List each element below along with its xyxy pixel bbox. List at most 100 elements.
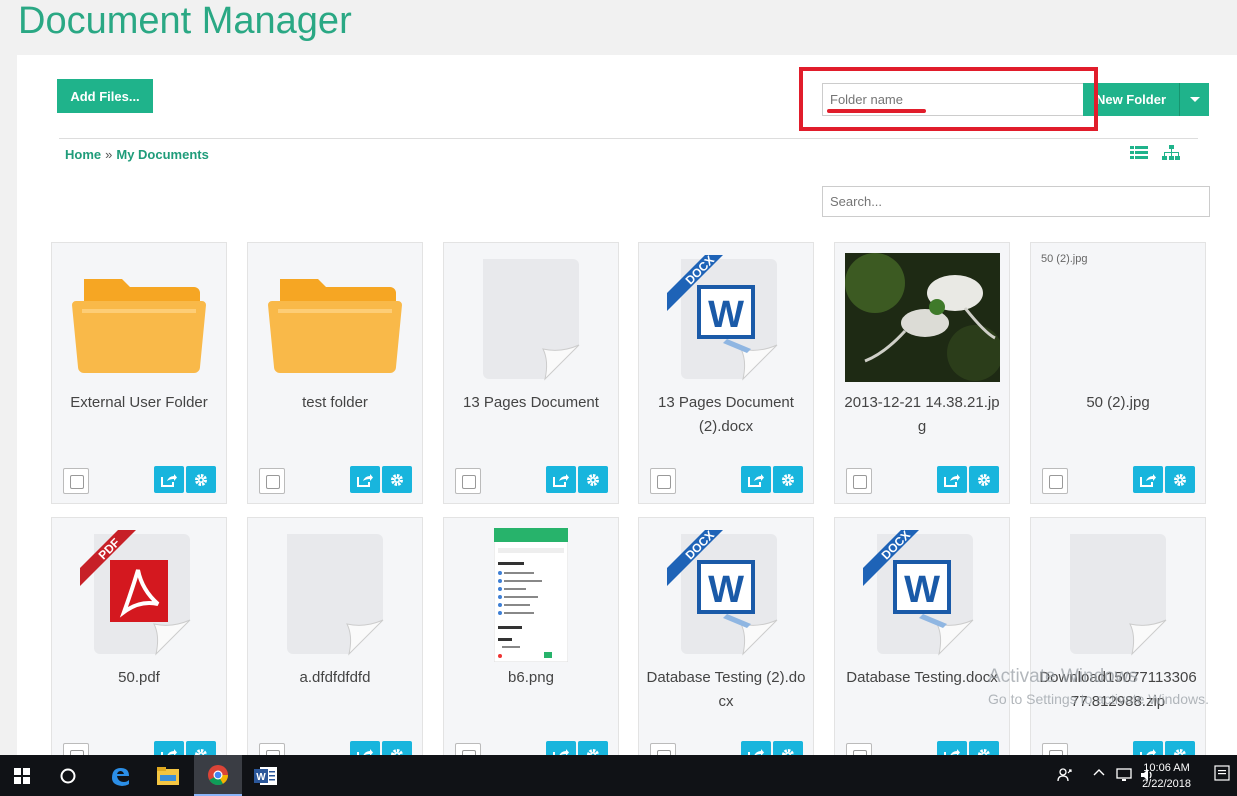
file-tile[interactable]: DOCX W Database Testing (2).docx (638, 517, 814, 779)
file-tile[interactable]: b6.png (443, 517, 619, 779)
start-button[interactable] (0, 755, 44, 796)
settings-button[interactable] (773, 466, 803, 493)
word-icon: W (254, 766, 277, 785)
share-button[interactable] (937, 466, 967, 493)
settings-button[interactable] (382, 466, 412, 493)
share-button[interactable] (1133, 466, 1163, 493)
taskbar-word[interactable]: W (244, 755, 288, 796)
new-folder-dropdown-button[interactable] (1179, 83, 1209, 116)
folder-icon (268, 253, 402, 387)
divider (59, 138, 1198, 139)
broken-image-icon: 50 (2).jpg (1041, 253, 1087, 265)
share-icon (748, 473, 764, 487)
share-button[interactable] (154, 466, 184, 493)
gear-icon (391, 473, 403, 486)
file-name[interactable]: a.dfdfdfdfd (254, 666, 416, 690)
cortana-button[interactable] (46, 755, 90, 796)
share-button[interactable] (741, 466, 771, 493)
svg-text:W: W (708, 569, 744, 611)
clock-date: 2/22/2018 (1142, 778, 1191, 790)
select-checkbox[interactable] (650, 468, 676, 494)
gear-icon (978, 473, 990, 486)
select-checkbox[interactable] (259, 468, 285, 494)
settings-button[interactable] (1165, 466, 1195, 493)
settings-button[interactable] (186, 466, 216, 493)
file-name[interactable]: 13 Pages Document (2).docx (645, 391, 807, 439)
chrome-icon (208, 764, 229, 785)
activate-windows-watermark-title: Activate Windows (988, 666, 1138, 687)
edge-icon (112, 767, 129, 786)
gear-icon (1174, 473, 1186, 486)
network-icon[interactable] (1115, 767, 1133, 786)
select-checkbox[interactable] (63, 468, 89, 494)
activate-windows-watermark-text: Go to Settings to activate Windows. (988, 691, 1209, 707)
file-tile[interactable]: PDF 50.pdf (51, 517, 227, 779)
folder-icon (72, 253, 206, 387)
settings-button[interactable] (578, 466, 608, 493)
svg-text:W: W (708, 294, 744, 336)
file-name[interactable]: 2013-12-21 14.38.21.jpg (841, 391, 1003, 439)
new-folder-button[interactable]: New Folder (1083, 83, 1179, 116)
file-name[interactable]: Database Testing (2).docx (645, 666, 807, 714)
breadcrumb-home[interactable]: Home (65, 147, 101, 162)
file-tile[interactable]: External User Folder (51, 242, 227, 504)
taskbar-edge[interactable] (98, 755, 142, 796)
search-input[interactable] (822, 186, 1210, 217)
file-name[interactable]: test folder (254, 391, 416, 415)
image-thumbnail (494, 528, 568, 662)
clock-time: 10:06 AM (1143, 762, 1190, 774)
broken-image-alt-text: 50 (2).jpg (1041, 253, 1088, 265)
file-tile[interactable]: a.dfdfdfdfd (247, 517, 423, 779)
svg-text:W: W (256, 772, 266, 783)
settings-button[interactable] (969, 466, 999, 493)
tree-view-icon[interactable] (1162, 145, 1180, 161)
gear-icon (195, 473, 207, 486)
file-name[interactable]: 50 (2).jpg (1037, 391, 1199, 415)
select-checkbox[interactable] (1042, 468, 1068, 494)
breadcrumb: Home » My Documents (65, 147, 209, 162)
taskbar-clock[interactable]: 10:06 AM 2/22/2018 (1142, 760, 1191, 792)
share-icon (1140, 473, 1156, 487)
file-name[interactable]: Database Testing.docx (841, 666, 1003, 690)
list-view-icon[interactable] (1130, 145, 1148, 161)
file-tile[interactable]: Download1507711330677.812988.zip (1030, 517, 1206, 779)
file-tile[interactable]: 2013-12-21 14.38.21.jpg (834, 242, 1010, 504)
file-tile[interactable]: DOCX W Database Testing.docx (834, 517, 1010, 779)
page-title: Document Manager (18, 0, 352, 42)
windows-taskbar: W 10:06 AM 2/22/2018 (0, 755, 1237, 796)
file-name[interactable]: b6.png (450, 666, 612, 690)
share-icon (357, 473, 373, 487)
pdf-icon: PDF (72, 528, 206, 662)
select-checkbox[interactable] (846, 468, 872, 494)
chevron-up-icon[interactable] (1093, 767, 1105, 782)
breadcrumb-separator: » (105, 147, 113, 162)
docx-icon: DOCX W (659, 528, 793, 662)
share-icon (553, 473, 569, 487)
select-checkbox[interactable] (455, 468, 481, 494)
windows-logo-icon (14, 767, 30, 784)
docx-icon: DOCX W (855, 528, 989, 662)
taskbar-file-explorer[interactable] (146, 755, 190, 796)
taskbar-chrome[interactable] (194, 755, 242, 796)
file-tile[interactable]: test folder (247, 242, 423, 504)
svg-text:W: W (904, 569, 940, 611)
notification-icon[interactable] (1214, 765, 1230, 786)
file-name[interactable]: External User Folder (58, 391, 220, 415)
blank-document-icon (1051, 528, 1185, 662)
blank-document-icon (268, 528, 402, 662)
add-files-button[interactable]: Add Files... (57, 79, 153, 113)
share-button[interactable] (546, 466, 576, 493)
file-tile[interactable]: DOCX W 13 Pages Document (2).docx (638, 242, 814, 504)
docx-icon: DOCX W (659, 253, 793, 387)
share-icon (161, 473, 177, 487)
breadcrumb-current[interactable]: My Documents (116, 147, 208, 162)
people-icon[interactable] (1057, 767, 1073, 786)
file-explorer-icon (157, 766, 179, 785)
gear-icon (587, 473, 599, 486)
file-name[interactable]: 50.pdf (58, 666, 220, 690)
file-name[interactable]: 13 Pages Document (450, 391, 612, 415)
file-tile[interactable]: 50 (2).jpg 50 (2).jpg (1030, 242, 1206, 504)
gear-icon (782, 473, 794, 486)
share-button[interactable] (350, 466, 380, 493)
file-tile[interactable]: 13 Pages Document (443, 242, 619, 504)
